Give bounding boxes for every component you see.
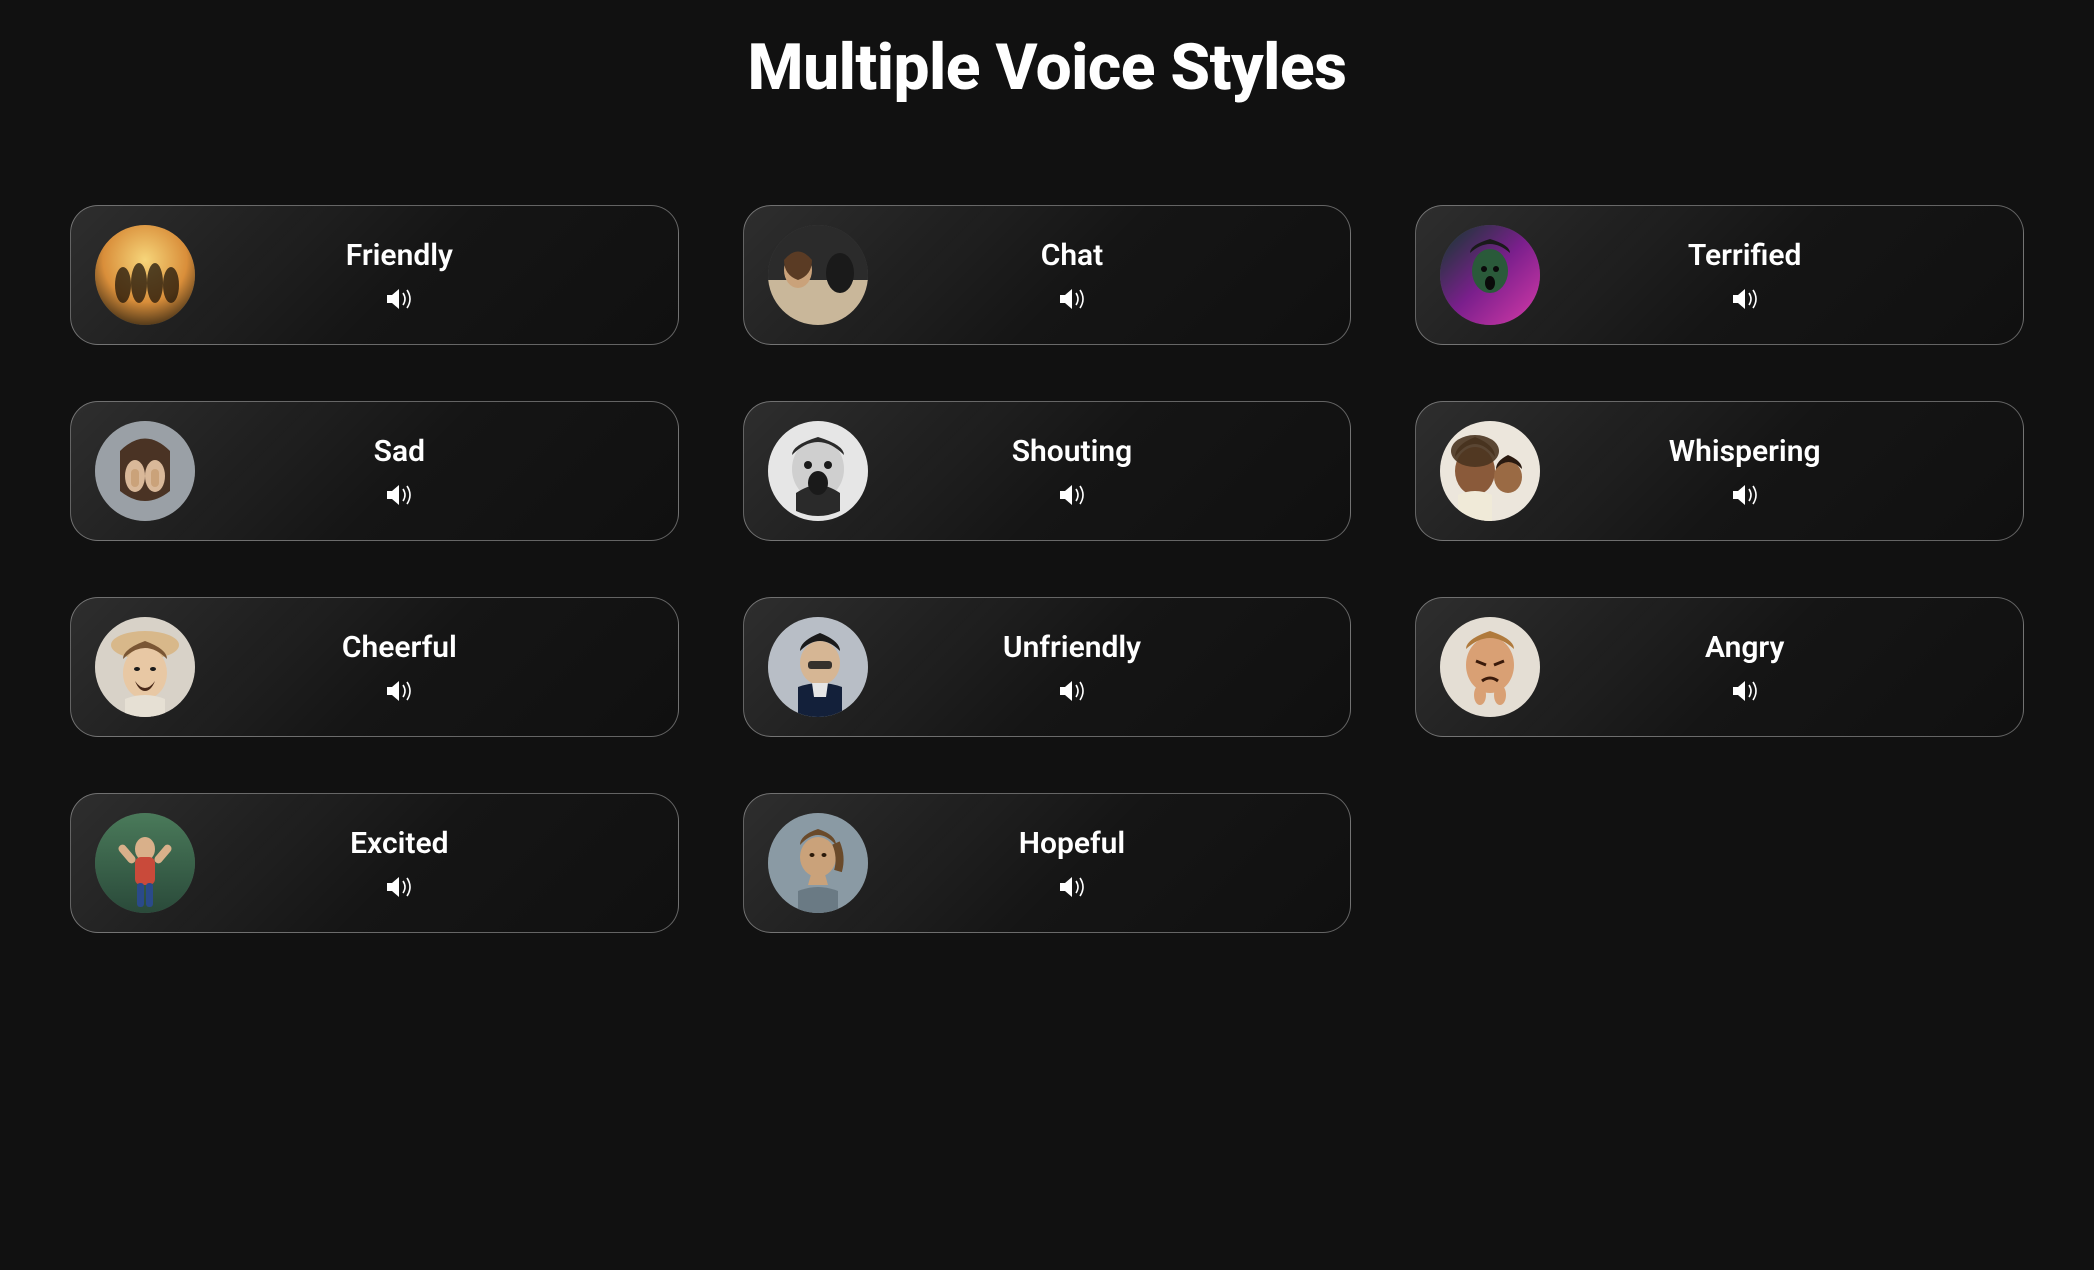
voice-style-label: Angry — [1705, 630, 1784, 665]
voice-style-label: Cheerful — [342, 630, 457, 665]
voice-style-card-chat[interactable]: Chat — [743, 205, 1352, 345]
voice-style-card-hopeful[interactable]: Hopeful — [743, 793, 1352, 933]
speaker-icon[interactable] — [1056, 873, 1088, 901]
voice-style-label: Hopeful — [1019, 826, 1125, 861]
voice-style-card-unfriendly[interactable]: Unfriendly — [743, 597, 1352, 737]
voice-style-label: Whispering — [1669, 434, 1821, 469]
voice-style-card-shouting[interactable]: Shouting — [743, 401, 1352, 541]
voice-style-label: Sad — [374, 434, 425, 469]
page-title: Multiple Voice Styles — [60, 30, 2034, 105]
voice-style-label: Shouting — [1012, 434, 1132, 469]
speaker-icon[interactable] — [1056, 481, 1088, 509]
speaker-icon[interactable] — [1056, 677, 1088, 705]
voice-style-card-whispering[interactable]: Whispering — [1415, 401, 2024, 541]
speaker-icon[interactable] — [383, 285, 415, 313]
voice-style-label: Terrified — [1688, 238, 1802, 273]
speaker-icon[interactable] — [1729, 677, 1761, 705]
voice-style-label: Friendly — [346, 238, 453, 273]
voice-style-card-excited[interactable]: Excited — [70, 793, 679, 933]
speaker-icon[interactable] — [1056, 285, 1088, 313]
voice-style-label: Chat — [1041, 238, 1104, 273]
speaker-icon[interactable] — [1729, 481, 1761, 509]
voice-style-card-friendly[interactable]: Friendly — [70, 205, 679, 345]
voice-style-grid: Friendly Chat — [60, 205, 2034, 933]
speaker-icon[interactable] — [383, 677, 415, 705]
speaker-icon[interactable] — [1729, 285, 1761, 313]
voice-style-card-angry[interactable]: Angry — [1415, 597, 2024, 737]
voice-style-card-cheerful[interactable]: Cheerful — [70, 597, 679, 737]
voice-style-card-sad[interactable]: Sad — [70, 401, 679, 541]
speaker-icon[interactable] — [383, 481, 415, 509]
voice-style-label: Excited — [350, 826, 448, 861]
voice-style-label: Unfriendly — [1003, 630, 1141, 665]
speaker-icon[interactable] — [383, 873, 415, 901]
voice-style-card-terrified[interactable]: Terrified — [1415, 205, 2024, 345]
